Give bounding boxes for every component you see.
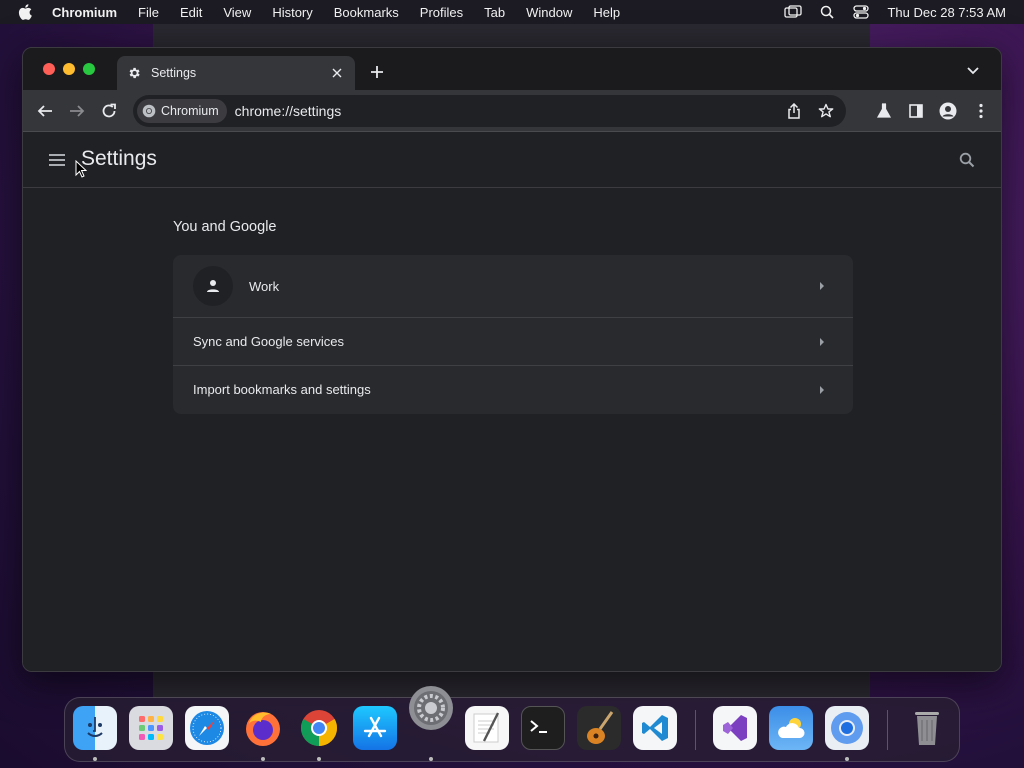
gear-icon (127, 66, 141, 80)
you-and-google-card: Work Sync and Google services Import boo… (173, 255, 853, 414)
url-text[interactable]: chrome://settings (235, 103, 342, 119)
labs-flask-icon[interactable] (872, 99, 896, 123)
settings-header: Settings (23, 132, 1001, 188)
finder-icon[interactable] (73, 706, 117, 750)
app-store-icon[interactable] (353, 706, 397, 750)
menu-history[interactable]: History (272, 5, 312, 20)
settings-content: You and Google Work Sync and Google serv… (23, 188, 1001, 671)
profile-name: Work (249, 278, 280, 294)
system-preferences-icon[interactable] (409, 686, 453, 730)
terminal-icon[interactable] (521, 706, 565, 750)
apple-logo-icon[interactable] (18, 4, 36, 20)
section-title: You and Google (173, 219, 277, 235)
forward-button[interactable] (65, 99, 89, 123)
menu-file[interactable]: File (138, 5, 159, 20)
new-tab-button[interactable] (367, 62, 387, 82)
chevron-right-icon (817, 337, 827, 347)
search-icon[interactable] (957, 150, 977, 170)
import-row[interactable]: Import bookmarks and settings (173, 365, 853, 413)
menu-bar: Chromium File Edit View History Bookmark… (0, 0, 1024, 24)
close-window-button[interactable] (43, 63, 55, 75)
chromium-logo-icon (142, 104, 156, 118)
firefox-icon[interactable] (241, 706, 285, 750)
back-button[interactable] (33, 99, 57, 123)
dock-running-dot (429, 757, 433, 761)
menu-bookmarks[interactable]: Bookmarks (334, 5, 399, 20)
safari-icon[interactable] (185, 706, 229, 750)
chromium-icon[interactable] (825, 706, 869, 750)
dock-separator (887, 710, 888, 750)
hamburger-menu-icon[interactable] (47, 150, 67, 170)
dock-running-dot (261, 757, 265, 761)
page-title: Settings (81, 147, 157, 170)
dock-running-dot (845, 757, 849, 761)
chrome-icon[interactable] (297, 706, 341, 750)
spotlight-search-icon[interactable] (817, 0, 837, 24)
vscode-icon[interactable] (633, 706, 677, 750)
background-window-bottom (153, 668, 870, 698)
chevron-right-icon (817, 385, 827, 395)
menu-edit[interactable]: Edit (180, 5, 202, 20)
dock-running-dot (93, 757, 97, 761)
weather-icon[interactable] (769, 706, 813, 750)
chip-label: Chromium (161, 104, 219, 118)
bookmark-star-icon[interactable] (816, 101, 836, 121)
menu-help[interactable]: Help (593, 5, 620, 20)
chromium-chip[interactable]: Chromium (137, 99, 227, 123)
share-icon[interactable] (784, 101, 804, 121)
browser-toolbar: Chromium chrome://settings (23, 90, 1001, 132)
menu-profiles[interactable]: Profiles (420, 5, 463, 20)
tab-strip: Settings (23, 48, 1001, 90)
menu-clock[interactable]: Thu Dec 28 7:53 AM (887, 5, 1006, 20)
avatar (193, 266, 233, 306)
profile-row[interactable]: Work (173, 255, 853, 317)
control-center-icon[interactable] (851, 0, 871, 24)
sync-label: Sync and Google services (193, 334, 345, 349)
menu-tab[interactable]: Tab (484, 5, 505, 20)
dock-separator (695, 710, 696, 750)
browser-window: Settings Chromium chrome://settings Sett… (22, 47, 1002, 672)
chevron-right-icon (817, 281, 827, 291)
reload-button[interactable] (97, 99, 121, 123)
window-controls (43, 63, 95, 75)
mouse-cursor-icon (75, 160, 87, 178)
launchpad-icon[interactable] (129, 706, 173, 750)
profile-avatar-icon[interactable] (936, 99, 960, 123)
tab-settings[interactable]: Settings (117, 56, 355, 90)
side-panel-icon[interactable] (904, 99, 928, 123)
tab-title: Settings (151, 66, 197, 80)
menu-app-name[interactable]: Chromium (52, 5, 117, 20)
menu-view[interactable]: View (223, 5, 251, 20)
tab-search-chevron-icon[interactable] (965, 63, 981, 79)
visual-studio-icon[interactable] (713, 706, 757, 750)
screen-mirroring-icon[interactable] (783, 0, 803, 24)
trash-icon[interactable] (905, 706, 949, 750)
tab-close-icon[interactable] (329, 65, 345, 81)
sync-row[interactable]: Sync and Google services (173, 317, 853, 365)
address-bar[interactable]: Chromium chrome://settings (133, 95, 846, 127)
dock-running-dot (317, 757, 321, 761)
minimize-window-button[interactable] (63, 63, 75, 75)
more-menu-icon[interactable] (969, 99, 993, 123)
dock (64, 686, 960, 762)
menu-window[interactable]: Window (526, 5, 572, 20)
textedit-icon[interactable] (465, 706, 509, 750)
maximize-window-button[interactable] (83, 63, 95, 75)
garageband-icon[interactable] (577, 706, 621, 750)
import-label: Import bookmarks and settings (193, 382, 371, 397)
